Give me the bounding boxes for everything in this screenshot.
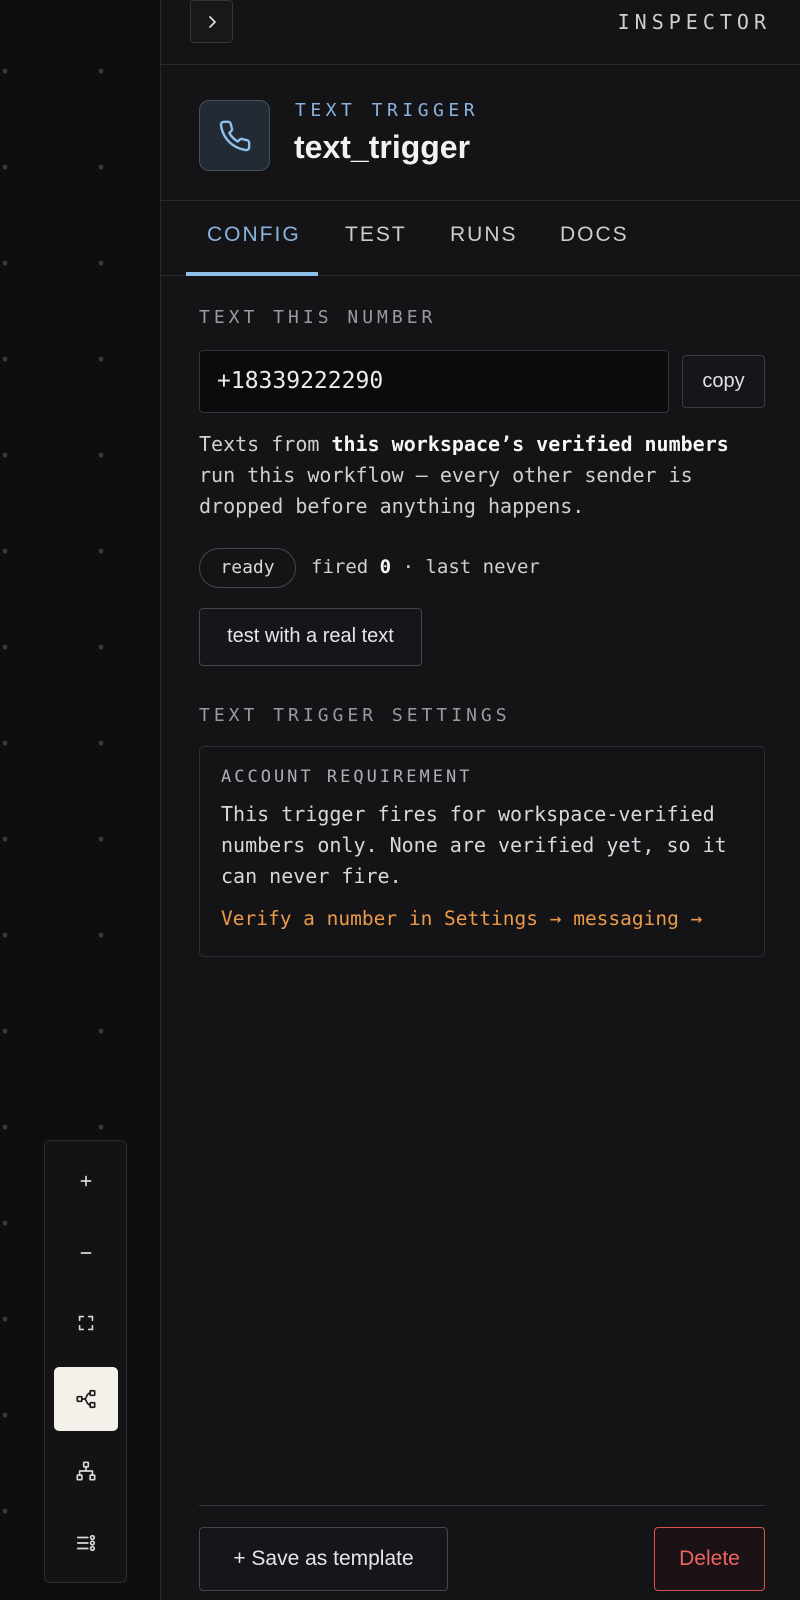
fit-view-icon [78,1315,94,1331]
fit-view-button[interactable] [54,1291,118,1355]
requirement-body: This trigger fires for workspace-verifie… [221,802,727,888]
canvas-controls [44,1140,127,1583]
footer-divider [199,1505,765,1506]
zoom-out-button[interactable] [54,1221,118,1285]
save-as-template-button[interactable]: + Save as template [199,1527,448,1591]
flow-layout-button[interactable] [54,1367,118,1431]
last-fired: · last never [402,556,540,578]
zoom-out-icon [80,1252,92,1254]
delete-node-button[interactable]: Delete [654,1527,765,1591]
inspector-tabs: CONFIG TEST RUNS DOCS [161,201,800,276]
desc-suffix: run this workflow — every other sender i… [199,463,693,518]
section-label-text-number: TEXT THIS NUMBER [199,307,437,328]
tab-test[interactable]: TEST [345,223,407,247]
app-root: INSPECTOR TEXT TRIGGER text_trigger CONF… [0,0,800,1600]
phone-icon [219,120,250,151]
fired-count: 0 [379,556,392,578]
account-requirement-card: ACCOUNT REQUIREMENT This trigger fires f… [199,746,765,957]
zoom-in-button[interactable] [54,1149,118,1213]
workflow-canvas[interactable] [0,0,160,1600]
chevron-right-icon [208,15,216,28]
test-with-real-text-button[interactable]: test with a real text [199,608,422,666]
desc-emphasis: this workspace’s verified numbers [331,432,729,456]
section-label-settings: TEXT TRIGGER SETTINGS [199,705,511,726]
node-kind-label: TEXT TRIGGER [295,100,480,121]
node-name: text_trigger [294,129,471,165]
node-header: TEXT TRIGGER text_trigger [161,65,800,201]
active-tab-indicator [186,272,318,276]
flow-layout-icon [76,1389,96,1409]
fire-stats: fired 0 · last never [311,556,540,578]
tree-layout-button[interactable] [54,1439,118,1503]
copy-number-button[interactable]: copy [682,355,765,408]
list-settings-button[interactable] [54,1511,118,1575]
inspector-topbar: INSPECTOR [161,0,800,65]
trigger-description: Texts from this workspace’s verified num… [199,429,769,522]
inspector-panel: INSPECTOR TEXT TRIGGER text_trigger CONF… [160,0,800,1600]
verify-number-link[interactable]: Verify a number in Settings → messaging … [221,907,702,930]
list-settings-icon [76,1534,96,1552]
status-badge: ready [199,548,296,588]
requirement-title: ACCOUNT REQUIREMENT [221,767,473,787]
desc-prefix: Texts from [199,432,332,456]
tab-config[interactable]: CONFIG [207,223,301,247]
tree-layout-icon [76,1461,96,1481]
zoom-in-icon [80,1175,92,1187]
tab-docs[interactable]: DOCS [560,223,629,247]
node-icon-tile [199,100,270,171]
trigger-phone-number-field[interactable]: +18339222290 [199,350,669,413]
fired-label: fired [311,556,369,578]
inspector-title: INSPECTOR [617,10,771,34]
collapse-inspector-button[interactable] [190,0,233,43]
tab-runs[interactable]: RUNS [450,223,518,247]
